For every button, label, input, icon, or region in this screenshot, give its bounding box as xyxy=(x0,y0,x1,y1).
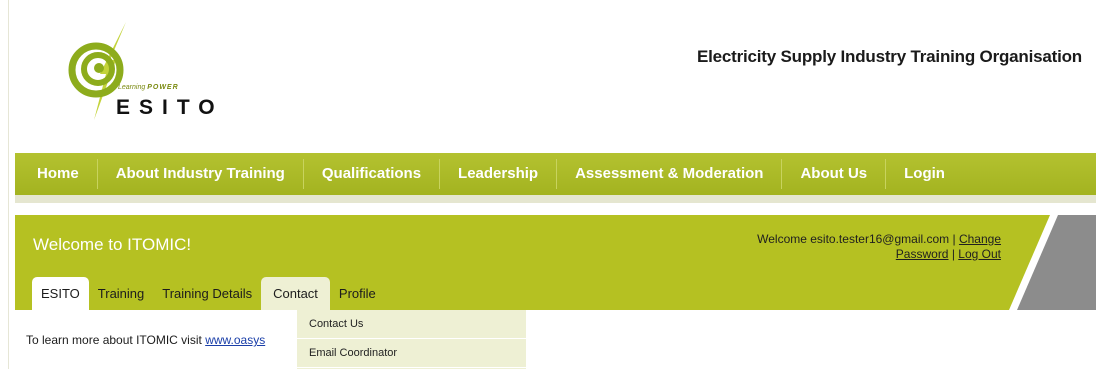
sub-tab-bar: ESITO Training Training Details Contact … xyxy=(32,277,385,310)
tab-profile[interactable]: Profile xyxy=(330,277,385,310)
nav-about-industry-training[interactable]: About Industry Training xyxy=(96,159,303,189)
nav-leadership[interactable]: Leadership xyxy=(439,159,556,189)
nav-bottom-strip xyxy=(15,195,1096,203)
menu-item-contact-us[interactable]: Contact Us xyxy=(297,310,526,339)
nav-about-us[interactable]: About Us xyxy=(781,159,885,189)
tab-training[interactable]: Training xyxy=(89,277,153,310)
nav-assessment-moderation[interactable]: Assessment & Moderation xyxy=(556,159,781,189)
nav-home[interactable]: Home xyxy=(15,159,97,189)
tab-esito[interactable]: ESITO xyxy=(32,277,89,310)
logo-wordmark: ESITO xyxy=(116,96,224,119)
user-greeting: Welcome esito.tester16@gmail.com | xyxy=(757,232,956,246)
left-border-line xyxy=(8,0,9,369)
account-info: Welcome esito.tester16@gmail.com | Chang… xyxy=(757,232,1001,262)
oasys-link[interactable]: www.oasys xyxy=(205,333,265,347)
organisation-title: Electricity Supply Industry Training Org… xyxy=(696,47,1082,66)
nav-login[interactable]: Login xyxy=(885,159,963,189)
tab-contact[interactable]: Contact xyxy=(261,277,330,310)
intro-label: To learn more about ITOMIC visit xyxy=(26,333,202,347)
logout-link[interactable]: Log Out xyxy=(958,247,1001,261)
change-password-link[interactable]: Change xyxy=(959,232,1001,246)
tab-training-details[interactable]: Training Details xyxy=(153,277,261,310)
logo-tagline: Learning POWER xyxy=(118,84,179,91)
main-navigation: Home About Industry Training Qualificati… xyxy=(15,153,1096,195)
menu-item-email-coordinator[interactable]: Email Coordinator xyxy=(297,339,526,368)
esito-logo[interactable]: Learning POWER ESITO xyxy=(66,20,226,120)
contact-dropdown-menu: Contact Us Email Coordinator xyxy=(297,310,526,369)
welcome-title: Welcome to ITOMIC! xyxy=(33,235,192,254)
nav-qualifications[interactable]: Qualifications xyxy=(302,159,439,189)
change-password-link-continued[interactable]: Password xyxy=(896,247,949,261)
link-separator: | xyxy=(951,247,955,261)
intro-text: To learn more about ITOMIC visit www.oas… xyxy=(26,333,265,347)
